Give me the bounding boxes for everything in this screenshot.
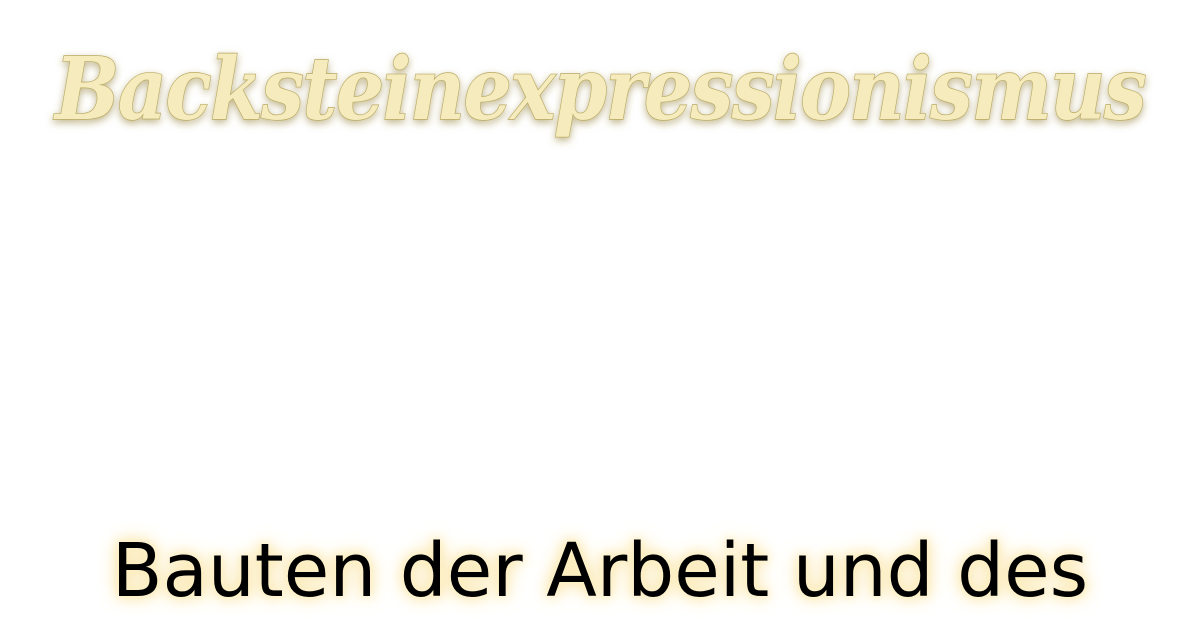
logo-wordmark: Backsteinexpressionismus: [52, 39, 1145, 140]
logo-graphic: Backsteinexpressionismus: [52, 38, 1149, 140]
title-card: Backsteinexpressionismus Bauten der Arbe…: [0, 0, 1200, 630]
logo: Backsteinexpressionismus: [40, 28, 1160, 158]
page-subtitle: Bauten der Arbeit und des: [111, 528, 1089, 614]
